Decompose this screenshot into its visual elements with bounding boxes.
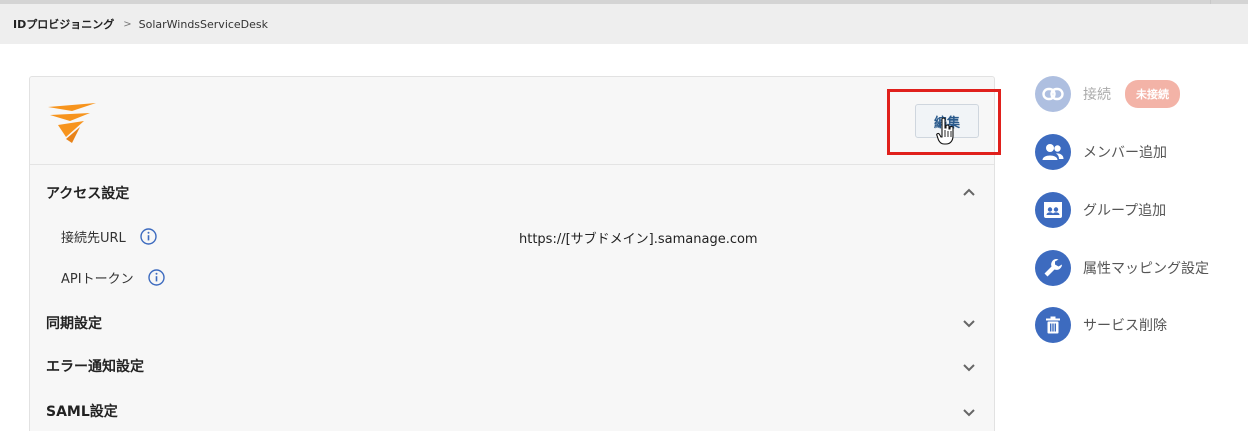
section-error-notify-title: エラー通知設定 [46,359,144,375]
sidebar-item-add-group[interactable]: グループ追加 [1035,192,1166,228]
field-url-label: 接続先URL [61,231,126,246]
status-badge: 未接続 [1125,80,1180,108]
section-access-title: アクセス設定 [46,186,130,202]
section-access[interactable]: アクセス設定 [46,183,978,203]
sidebar-item-add-member-label: メンバー追加 [1083,145,1167,161]
breadcrumb-current: SolarWindsServiceDesk [138,17,269,31]
section-sync[interactable]: 同期設定 [46,313,978,333]
field-api-token: APIトークン [61,268,165,287]
info-icon[interactable] [140,228,157,245]
chevron-down-icon[interactable] [962,362,976,372]
panel-header [30,77,994,165]
users-icon [1035,134,1071,170]
chevron-up-icon[interactable] [962,187,976,197]
info-icon[interactable] [147,269,165,286]
hand-cursor-icon [936,117,954,145]
solarwinds-logo-icon [48,103,96,143]
group-card-icon [1035,192,1071,228]
link-icon [1035,76,1071,112]
breadcrumb: IDプロビジョニング > SolarWindsServiceDesk [0,4,1248,44]
section-saml[interactable]: SAML設定 [46,401,978,421]
sidebar-item-connect-label: 接続 [1083,87,1111,103]
field-api-token-label: APIトークン [61,272,134,287]
sidebar-item-attribute-mapping[interactable]: 属性マッピング設定 [1035,250,1209,286]
section-sync-title: 同期設定 [46,316,102,332]
sidebar-item-add-member[interactable]: メンバー追加 [1035,134,1167,170]
breadcrumb-separator: > [123,18,132,30]
service-panel: 編集 アクセス設定 接続先URL https://[サブドメイン].samana… [29,76,1001,431]
chevron-down-icon[interactable] [962,407,976,417]
chevron-down-icon[interactable] [962,318,976,328]
field-url-value: https://[サブドメイン].samanage.com [519,232,758,247]
sidebar-item-delete-service-label: サービス削除 [1083,318,1167,334]
sidebar-item-add-group-label: グループ追加 [1083,203,1167,219]
sidebar-item-delete-service[interactable]: サービス削除 [1035,307,1167,343]
section-saml-title: SAML設定 [46,404,118,420]
trash-icon [1035,307,1071,343]
sidebar-item-attribute-mapping-label: 属性マッピング設定 [1083,261,1209,277]
breadcrumb-root[interactable]: IDプロビジョニング [13,16,114,32]
wrench-icon [1035,250,1071,286]
section-error-notify[interactable]: エラー通知設定 [46,356,978,376]
field-url: 接続先URL [61,227,157,246]
sidebar-item-connect: 接続 未接続 [1035,76,1180,112]
